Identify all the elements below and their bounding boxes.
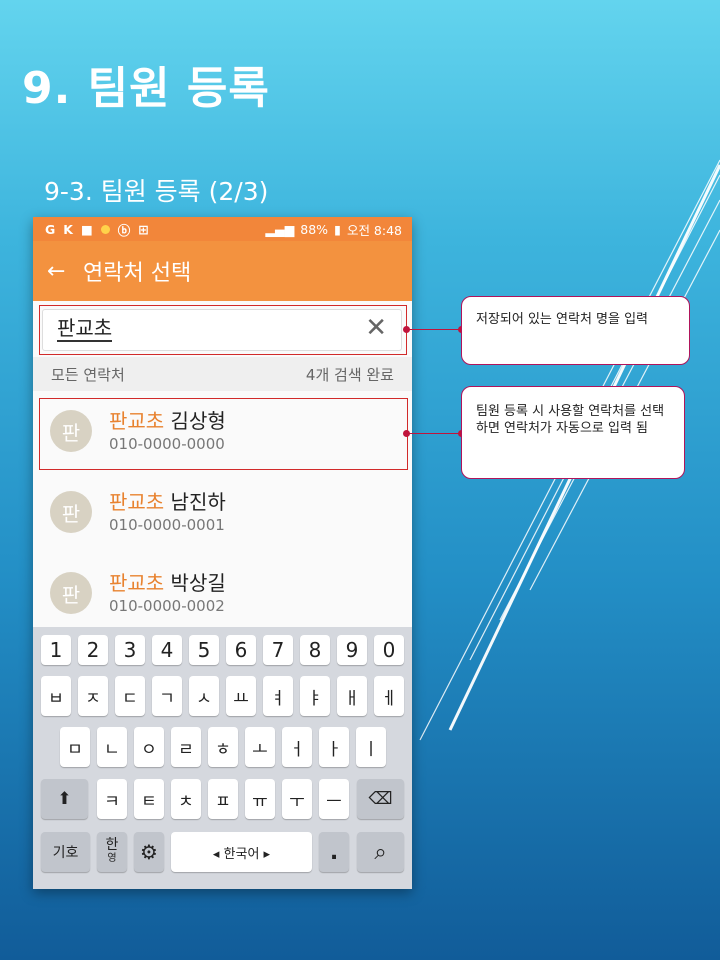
space-bar[interactable]: ◂ 한국어 ▸ xyxy=(171,832,312,872)
shift-icon[interactable]: ⬆ xyxy=(41,779,88,819)
key-vowel[interactable]: ㅣ xyxy=(356,727,386,767)
name-highlight: 판교초 xyxy=(109,490,165,514)
key-consonant[interactable]: ㅇ xyxy=(134,727,164,767)
phone-number: 010-0000-0002 xyxy=(109,597,225,615)
contact-name: 판교초 남진하 xyxy=(109,486,226,515)
search-input[interactable]: 판교초 ✕ xyxy=(42,309,402,351)
list-header: 모든 연락처 4개 검색 완료 xyxy=(33,357,412,391)
name-highlight: 판교초 xyxy=(109,571,165,595)
notification-dot-icon xyxy=(100,224,110,234)
clear-icon[interactable]: ✕ xyxy=(365,313,387,343)
key-consonant[interactable]: ㅎ xyxy=(208,727,238,767)
search-icon[interactable]: ⌕ xyxy=(357,832,404,872)
all-contacts-label: 모든 연락처 xyxy=(51,365,125,384)
notification-icons: G K ■ ⓑ ⊞ xyxy=(45,220,149,239)
key-consonant[interactable]: ㅋ xyxy=(97,779,127,819)
key-consonant[interactable]: ㅍ xyxy=(208,779,238,819)
symbol-key[interactable]: 기호 xyxy=(41,832,90,872)
clock: 오전 8:48 xyxy=(346,222,402,238)
key-vowel[interactable]: ㅔ xyxy=(374,676,404,716)
backspace-icon[interactable]: ⌫ xyxy=(357,779,404,819)
language-toggle-bottom: 영 xyxy=(107,853,117,864)
system-status: ▂▄▆ 88% ▮ 오전 8:48 xyxy=(265,220,402,239)
period-key[interactable]: . xyxy=(319,832,349,872)
key-consonant[interactable]: ㅈ xyxy=(78,676,108,716)
status-bar: G K ■ ⓑ ⊞ ▂▄▆ 88% ▮ 오전 8:48 xyxy=(33,217,412,241)
avatar: 판 xyxy=(50,491,92,533)
key-consonant[interactable]: ㄱ xyxy=(152,676,182,716)
callout-select-hint: 팀원 등록 시 사용할 연락처를 선택하면 연락처가 자동으로 입력 됨 xyxy=(461,386,685,479)
notification-icon: K xyxy=(63,221,73,237)
language-toggle-key[interactable]: 한 영 xyxy=(97,832,127,872)
key-consonant[interactable]: ㅅ xyxy=(189,676,219,716)
key-vowel[interactable]: ㅡ xyxy=(319,779,349,819)
key-consonant[interactable]: ㅊ xyxy=(171,779,201,819)
key-6[interactable]: 6 xyxy=(226,635,256,665)
name-rest: 남진하 xyxy=(164,490,226,514)
connector-line xyxy=(407,329,462,330)
slide-title: 9. 팀원 등록 xyxy=(22,63,270,114)
key-9[interactable]: 9 xyxy=(337,635,367,665)
phone-number: 010-0000-0001 xyxy=(109,516,225,534)
key-consonant[interactable]: ㅂ xyxy=(41,676,71,716)
search-input-value[interactable]: 판교초 xyxy=(57,316,113,342)
key-5[interactable]: 5 xyxy=(189,635,219,665)
app-title: 연락처 선택 xyxy=(83,261,192,286)
key-consonant[interactable]: ㄴ xyxy=(97,727,127,767)
contact-name: 판교초 박상길 xyxy=(109,567,226,596)
signal-icon: ▂▄▆ xyxy=(265,221,295,237)
key-7[interactable]: 7 xyxy=(263,635,293,665)
key-vowel[interactable]: ㅐ xyxy=(337,676,367,716)
settings-icon[interactable]: ⚙ xyxy=(134,832,164,872)
key-vowel[interactable]: ㅜ xyxy=(282,779,312,819)
notification-icon: ⊞ xyxy=(138,221,149,237)
notification-icon: G xyxy=(45,221,56,237)
callout-search-hint: 저장되어 있는 연락처 명을 입력 xyxy=(461,296,690,365)
key-2[interactable]: 2 xyxy=(78,635,108,665)
list-item[interactable]: 판 판교초 박상길 010-0000-0002 xyxy=(33,555,412,635)
key-vowel[interactable]: ㅗ xyxy=(245,727,275,767)
key-vowel[interactable]: ㅓ xyxy=(282,727,312,767)
key-4[interactable]: 4 xyxy=(152,635,182,665)
key-consonant[interactable]: ㅁ xyxy=(60,727,90,767)
key-8[interactable]: 8 xyxy=(300,635,330,665)
battery-level: 88% xyxy=(300,221,329,237)
key-consonant[interactable]: ㄷ xyxy=(115,676,145,716)
key-vowel[interactable]: ㅠ xyxy=(245,779,275,819)
key-vowel[interactable]: ㅏ xyxy=(319,727,349,767)
notification-icon: ■ xyxy=(80,221,93,237)
key-3[interactable]: 3 xyxy=(115,635,145,665)
phone-screenshot: G K ■ ⓑ ⊞ ▂▄▆ 88% ▮ 오전 8:48 ← 연락처 선택 판교초… xyxy=(33,217,412,889)
connector-line xyxy=(407,433,462,434)
app-bar: ← 연락처 선택 xyxy=(33,241,412,301)
key-consonant[interactable]: ㄹ xyxy=(171,727,201,767)
key-vowel[interactable]: ㅕ xyxy=(263,676,293,716)
keyboard: 1 2 3 4 5 6 7 8 9 0 ㅂ ㅈ ㄷ ㄱ ㅅ ㅛ ㅕ ㅑ ㅐ ㅔ … xyxy=(33,627,412,889)
key-vowel[interactable]: ㅛ xyxy=(226,676,256,716)
result-count: 4개 검색 완료 xyxy=(305,365,394,384)
key-1[interactable]: 1 xyxy=(41,635,71,665)
key-0[interactable]: 0 xyxy=(374,635,404,665)
language-toggle-top: 한 xyxy=(105,837,119,853)
battery-icon: ▮ xyxy=(334,221,341,237)
list-item[interactable]: 판 판교초 남진하 010-0000-0001 xyxy=(33,474,412,554)
key-consonant[interactable]: ㅌ xyxy=(134,779,164,819)
notification-icon: ⓑ xyxy=(117,222,131,238)
contact-highlight-frame xyxy=(39,398,408,470)
name-rest: 박상길 xyxy=(164,571,226,595)
back-arrow-icon[interactable]: ← xyxy=(47,259,83,284)
key-vowel[interactable]: ㅑ xyxy=(300,676,330,716)
slide-subtitle: 9-3. 팀원 등록 (2/3) xyxy=(44,177,269,206)
avatar: 판 xyxy=(50,572,92,614)
